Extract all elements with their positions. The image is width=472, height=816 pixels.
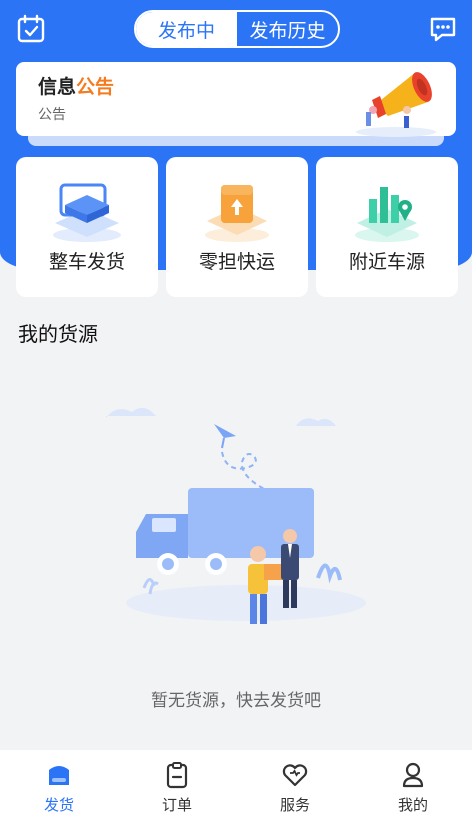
tab-label: 服务 xyxy=(279,796,310,814)
order-clipboard-icon xyxy=(166,762,188,789)
bottom-tab-bar: 发货 订单 服务 我的 xyxy=(0,750,472,816)
tab-ship-cargo[interactable]: 发货 xyxy=(0,750,118,816)
notice-title-highlight: 公告 xyxy=(76,76,115,98)
ship-cargo-icon xyxy=(49,766,69,785)
service-label: 附近车源 xyxy=(348,251,425,273)
heart-icon xyxy=(282,764,308,787)
service-card-ltl-express[interactable]: 零担快运 xyxy=(166,157,308,297)
tab-label: 订单 xyxy=(161,796,192,814)
tab-publishing[interactable]: 发布中 xyxy=(136,12,237,46)
tab-services[interactable]: 服务 xyxy=(236,750,354,816)
less-than-truckload-icon xyxy=(205,185,269,242)
service-card-nearby-vehicles[interactable]: 附近车源 xyxy=(316,157,458,297)
message-icon[interactable] xyxy=(428,14,458,44)
tab-label: 发货 xyxy=(43,796,74,814)
user-icon xyxy=(402,762,424,788)
top-bar: 发布中 发布历史 xyxy=(0,0,472,58)
notice-subtitle: 公告 xyxy=(38,107,66,123)
megaphone-illustration xyxy=(346,62,442,138)
calendar-check-icon[interactable] xyxy=(16,14,46,44)
nearby-vehicle-icon xyxy=(355,187,419,242)
service-card-full-truck[interactable]: 整车发货 xyxy=(16,157,158,297)
tab-label: 我的 xyxy=(397,796,428,814)
service-label: 零担快运 xyxy=(198,251,275,273)
publish-segmented-control: 发布中 发布历史 xyxy=(134,10,340,48)
empty-state-illustration xyxy=(96,398,376,628)
tab-orders[interactable]: 订单 xyxy=(118,750,236,816)
full-truck-icon xyxy=(53,183,121,242)
service-cards: 整车发货 零担快运 附近车源 xyxy=(16,157,458,297)
tab-publish-history[interactable]: 发布历史 xyxy=(237,12,338,46)
tab-mine[interactable]: 我的 xyxy=(354,750,472,816)
my-cargo-title: 我的货源 xyxy=(18,322,98,346)
empty-state-message: 暂无货源，快去发货吧 xyxy=(151,691,321,711)
notice-card[interactable]: 信息公告 公告 xyxy=(16,62,456,138)
notice-title-prefix: 信息 xyxy=(38,76,77,98)
notice-title: 信息公告 xyxy=(38,72,114,99)
service-label: 整车发货 xyxy=(48,251,125,273)
